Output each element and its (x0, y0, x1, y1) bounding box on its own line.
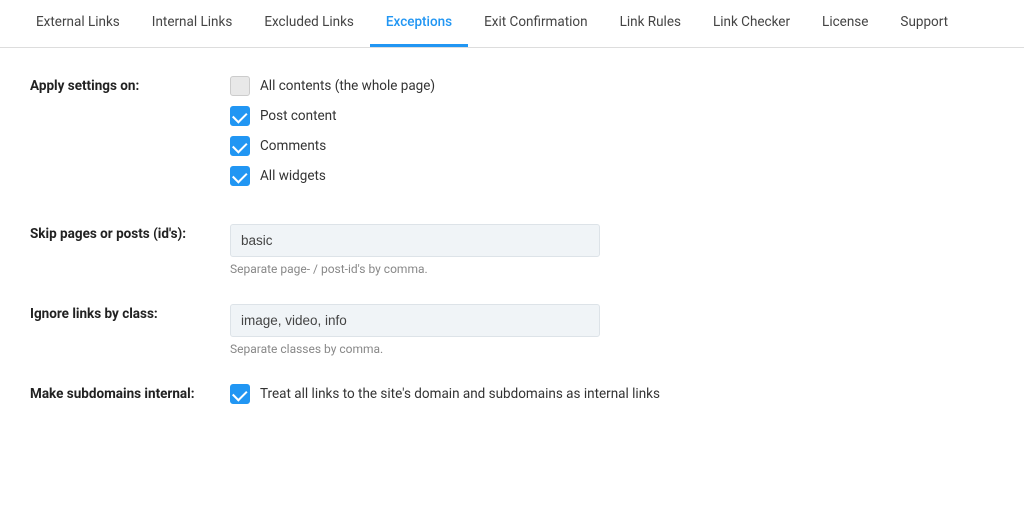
subdomains-checkbox[interactable] (230, 384, 250, 404)
nav-tab-support[interactable]: Support (884, 0, 964, 47)
checkbox-item-comments: Comments (230, 136, 994, 156)
nav-tab-exit-confirmation[interactable]: Exit Confirmation (468, 0, 603, 47)
page-wrapper: External LinksInternal LinksExcluded Lin… (0, 0, 1024, 510)
content-area: Apply settings on: All contents (the who… (0, 48, 1024, 452)
skip-pages-hint: Separate page- / post-id's by comma. (230, 262, 994, 276)
ignore-links-control: Separate classes by comma. (230, 304, 994, 356)
subdomains-row: Make subdomains internal: Treat all link… (30, 384, 994, 404)
checkbox-label-all-contents: All contents (the whole page) (260, 78, 435, 94)
subdomains-label: Make subdomains internal: (30, 384, 230, 402)
skip-pages-control: Separate page- / post-id's by comma. (230, 224, 994, 276)
nav-tab-external-links[interactable]: External Links (20, 0, 136, 47)
nav-tabs: External LinksInternal LinksExcluded Lin… (0, 0, 1024, 48)
ignore-links-label: Ignore links by class: (30, 304, 230, 322)
ignore-links-hint: Separate classes by comma. (230, 342, 994, 356)
subdomains-description: Treat all links to the site's domain and… (260, 386, 660, 402)
subdomains-inner: Treat all links to the site's domain and… (230, 384, 994, 404)
checkbox-label-post-content: Post content (260, 108, 337, 124)
checkbox-label-comments: Comments (260, 138, 326, 154)
skip-pages-row: Skip pages or posts (id's): Separate pag… (30, 224, 994, 276)
nav-tab-link-rules[interactable]: Link Rules (604, 0, 697, 47)
skip-pages-input[interactable] (230, 224, 600, 257)
apply-settings-label: Apply settings on: (30, 76, 230, 94)
skip-pages-label: Skip pages or posts (id's): (30, 224, 230, 242)
checkbox-item-post-content: Post content (230, 106, 994, 126)
apply-settings-row: Apply settings on: All contents (the who… (30, 76, 994, 196)
nav-tab-excluded-links[interactable]: Excluded Links (248, 0, 370, 47)
checkbox-label-all-widgets: All widgets (260, 168, 326, 184)
ignore-links-row: Ignore links by class: Separate classes … (30, 304, 994, 356)
nav-tab-link-checker[interactable]: Link Checker (697, 0, 806, 47)
nav-tab-license[interactable]: License (806, 0, 884, 47)
checkbox-comments[interactable] (230, 136, 250, 156)
subdomains-control: Treat all links to the site's domain and… (230, 384, 994, 404)
apply-settings-control: All contents (the whole page) Post conten… (230, 76, 994, 196)
checkbox-item-all-widgets: All widgets (230, 166, 994, 186)
nav-tab-internal-links[interactable]: Internal Links (136, 0, 249, 47)
checkbox-all-widgets[interactable] (230, 166, 250, 186)
checkbox-post-content[interactable] (230, 106, 250, 126)
ignore-links-input[interactable] (230, 304, 600, 337)
checkbox-all-contents[interactable] (230, 76, 250, 96)
checkbox-item-all-contents: All contents (the whole page) (230, 76, 994, 96)
nav-tab-exceptions[interactable]: Exceptions (370, 0, 468, 47)
